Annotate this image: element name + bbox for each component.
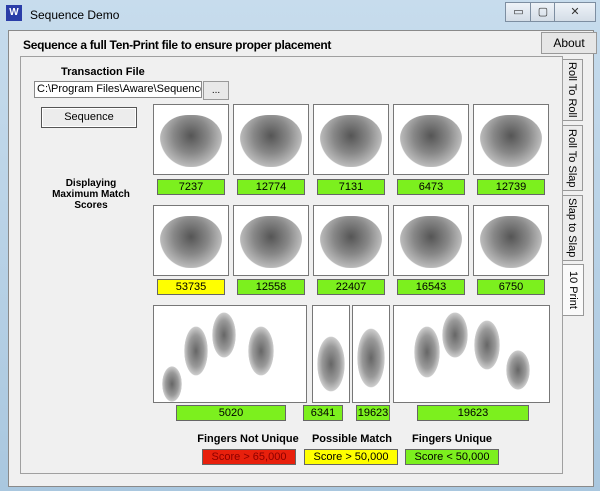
match-score: 12558 (237, 279, 305, 295)
fingerprint-icon (474, 320, 500, 370)
match-score: 7237 (157, 179, 225, 195)
tab-slap-to-slap[interactable]: Slap to Slap (561, 195, 583, 261)
header-text: Sequence a full Ten-Print file to ensure… (23, 38, 332, 52)
transaction-file-input[interactable]: C:\Program Files\Aware\Sequence (34, 81, 202, 98)
fingerprint-image (393, 104, 469, 175)
match-score: 12739 (477, 179, 545, 195)
fingerprint-icon (320, 216, 382, 268)
fingerprint-icon (317, 336, 345, 392)
fingerprint-icon (160, 216, 222, 268)
legend-title-unique: Fingers Unique (411, 433, 493, 445)
legend-box-not-unique: Score > 65,000 (202, 449, 296, 465)
app-logo-icon: W (6, 5, 22, 21)
fingerprint-icon (162, 366, 182, 402)
maximize-button[interactable]: ▢ (530, 2, 556, 22)
fingerprint-icon (240, 216, 302, 268)
fingerprint-image (313, 205, 389, 276)
fingerprint-icon (248, 326, 274, 376)
tab-roll-to-roll[interactable]: Roll To Roll (561, 59, 583, 121)
match-score: 19623 (417, 405, 529, 421)
fingerprint-icon (212, 312, 236, 358)
slap-image (352, 305, 390, 403)
match-score: 6750 (477, 279, 545, 295)
ten-print-group: Transaction File C:\Program Files\Aware\… (20, 56, 563, 474)
fingerprint-icon (184, 326, 208, 376)
fingerprint-icon (414, 326, 440, 378)
match-score: 5020 (176, 405, 286, 421)
match-score: 7131 (317, 179, 385, 195)
legend-title-possible: Possible Match (311, 433, 393, 445)
match-score: 6473 (397, 179, 465, 195)
legend-box-possible: Score > 50,000 (304, 449, 398, 465)
match-score: 16543 (397, 279, 465, 295)
tab-roll-to-slap[interactable]: Roll To Slap (561, 125, 583, 191)
fingerprint-icon (320, 115, 382, 167)
fingerprint-icon (480, 115, 542, 167)
fingerprint-image (153, 104, 229, 175)
match-score: 12774 (237, 179, 305, 195)
match-score: 53735 (157, 279, 225, 295)
close-button[interactable]: ✕ (554, 2, 596, 22)
legend-box-unique: Score < 50,000 (405, 449, 499, 465)
slap-image (153, 305, 307, 403)
fingerprint-icon (480, 216, 542, 268)
match-score: 6341 (303, 405, 343, 421)
fingerprint-icon (160, 115, 222, 167)
slap-image (312, 305, 350, 403)
match-score: 22407 (317, 279, 385, 295)
fingerprint-icon (400, 115, 462, 167)
fingerprint-image (233, 104, 309, 175)
sequence-button[interactable]: Sequence (41, 107, 137, 128)
fingerprint-icon (357, 328, 385, 388)
fingerprint-icon (506, 350, 530, 390)
minimize-button[interactable]: ▭ (505, 2, 532, 22)
about-button[interactable]: About (541, 32, 597, 54)
legend-title-not-unique: Fingers Not Unique (197, 433, 299, 445)
fingerprint-image (153, 205, 229, 276)
display-label: Displaying Maximum Match Scores (52, 178, 130, 211)
fingerprint-image (473, 205, 549, 276)
browse-button[interactable]: ... (203, 81, 229, 100)
transaction-file-label: Transaction File (61, 66, 145, 78)
fingerprint-image (233, 205, 309, 276)
slap-image (393, 305, 550, 403)
window-title: Sequence Demo (30, 8, 120, 22)
fingerprint-image (473, 104, 549, 175)
match-score: 19623 (356, 405, 390, 421)
fingerprint-icon (442, 312, 468, 358)
fingerprint-icon (400, 216, 462, 268)
fingerprint-image (393, 205, 469, 276)
main-panel: Sequence a full Ten-Print file to ensure… (8, 30, 597, 487)
fingerprint-image (313, 104, 389, 175)
app-window: W Sequence Demo ▭ ▢ ✕ Sequence a full Te… (0, 0, 600, 491)
fingerprint-icon (240, 115, 302, 167)
tab-10-print[interactable]: 10 Print (560, 264, 584, 316)
